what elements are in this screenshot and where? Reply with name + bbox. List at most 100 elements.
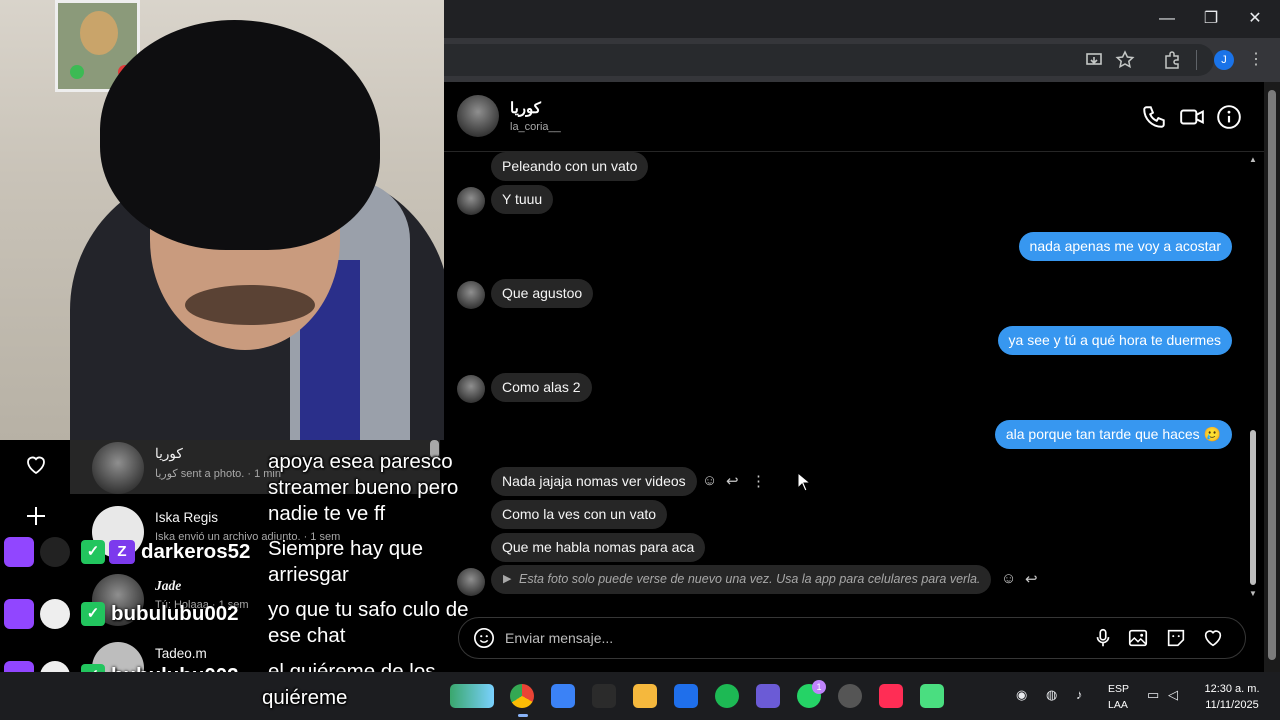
stream-chat-message-text: yo que tu safo culo de — [268, 598, 469, 621]
inbox-item-name: Tadeo.m — [155, 646, 207, 661]
info-icon[interactable] — [1216, 104, 1242, 130]
user-avatar-badge — [40, 599, 70, 629]
contact-avatar[interactable] — [457, 95, 499, 137]
message-bubble: ala porque tan tarde que haces 🥲 — [994, 420, 1232, 449]
chat-header: كوريا la_coria__ — [444, 82, 1264, 152]
stream-chat-message-text: Siempre hay que — [268, 537, 423, 560]
message-avatar[interactable] — [457, 375, 485, 403]
message-bubble: Nada jajaja nomas ver videos — [491, 467, 697, 496]
active-indicator — [518, 714, 528, 717]
close-button[interactable]: ✕ — [1244, 8, 1266, 30]
page-scroll-thumb[interactable] — [1268, 90, 1276, 660]
profile-avatar[interactable]: J — [1214, 50, 1234, 70]
app-icon[interactable] — [838, 684, 862, 708]
inbox-item-subtitle: كوريا sent a photo. · 1 min — [155, 468, 281, 480]
stream-chat-username: bubulubu002 — [111, 602, 239, 625]
message-bubble: Que me habla nomas para aca — [491, 533, 706, 562]
message-avatar[interactable] — [457, 568, 485, 596]
play-icon: ▶ — [503, 573, 512, 585]
streamer-hair — [100, 20, 380, 250]
view-once-photo-text: Esta foto solo puede verse de nuevo una … — [519, 572, 981, 586]
file-explorer-icon[interactable] — [633, 684, 657, 708]
widgets-icon[interactable] — [450, 684, 494, 708]
inbox-avatar — [92, 442, 144, 494]
scroll-up-icon[interactable]: ▲ — [1249, 155, 1257, 164]
volume-icon[interactable]: ◁ — [1168, 687, 1178, 703]
thread-scroll-thumb[interactable] — [1250, 430, 1256, 585]
star-icon[interactable] — [1115, 50, 1135, 70]
app-icon[interactable] — [551, 684, 575, 708]
reply-icon[interactable]: ↩ — [1025, 570, 1038, 588]
message-avatar[interactable] — [457, 281, 485, 309]
chrome-icon[interactable] — [510, 684, 534, 708]
stream-chat-message-text: apoya esea paresco — [268, 450, 453, 473]
webcam-feed — [0, 0, 444, 440]
message-bubble: nada apenas me voy a acostar — [1018, 232, 1232, 261]
menu-icon[interactable]: ⋮ — [1246, 50, 1266, 70]
discord-icon[interactable]: ◉ — [1016, 687, 1027, 703]
image-icon[interactable] — [1127, 627, 1149, 649]
message-bubble: Que agustoo — [491, 279, 594, 308]
message-bubble: Como la ves con un vato — [491, 500, 668, 529]
spotify-icon[interactable] — [715, 684, 739, 708]
browser-toolbar: J ⋮ — [444, 38, 1280, 82]
stream-chat-username: darkeros52 — [141, 540, 251, 563]
store-icon[interactable] — [674, 684, 698, 708]
prime-badge-icon: Z — [109, 540, 135, 564]
microphone-icon[interactable] — [1092, 627, 1114, 649]
stream-chat-message-text: nadie te ve ff — [268, 502, 386, 525]
react-emoji-icon[interactable]: ☺ — [702, 472, 717, 489]
app-icon[interactable] — [920, 684, 944, 708]
message-bubble: ya see y tú a qué hora te duermes — [997, 326, 1232, 355]
microphone-tray-icon[interactable]: ♪ — [1076, 687, 1083, 702]
phone-icon[interactable] — [1141, 104, 1167, 130]
view-once-photo-message[interactable]: ▶ Esta foto solo puede verse de nuevo un… — [491, 565, 992, 594]
message-avatar[interactable] — [457, 187, 485, 215]
clock-date[interactable]: 11/11/2025 — [1198, 699, 1266, 711]
mouse-cursor-icon — [797, 472, 811, 492]
message-bubble: Como alas 2 — [491, 373, 592, 402]
keyboard-layout-indicator[interactable]: LAA — [1108, 699, 1128, 711]
obs-icon[interactable] — [592, 684, 616, 708]
verified-badge-icon: ✓ — [81, 540, 105, 564]
app-icon[interactable] — [756, 684, 780, 708]
toolbar-divider — [1196, 50, 1197, 70]
notification-badge: 1 — [812, 680, 826, 694]
sticker-icon[interactable] — [1165, 627, 1187, 649]
restore-button[interactable]: ❐ — [1200, 8, 1222, 30]
react-emoji-icon[interactable]: ☺ — [1001, 570, 1016, 587]
install-icon[interactable] — [1084, 50, 1104, 70]
network-icon[interactable]: ▭ — [1147, 687, 1159, 703]
reply-icon[interactable]: ↩ — [726, 472, 739, 490]
steam-icon[interactable]: ◍ — [1046, 687, 1057, 703]
taskbar: 1 ◉ ◍ ♪ ESP LAA ▭ ◁ 12:30 a. m. 11/11/20… — [0, 672, 1280, 720]
message-input[interactable] — [505, 628, 1065, 648]
tiktok-icon[interactable] — [879, 684, 903, 708]
clock-time[interactable]: 12:30 a. m. — [1198, 683, 1266, 695]
message-thread: Peleando con un vato Y tuuu nada apenas … — [444, 152, 1244, 602]
scroll-down-icon[interactable]: ▼ — [1249, 589, 1257, 598]
contact-name[interactable]: كوريا — [510, 99, 541, 117]
message-composer — [458, 617, 1246, 659]
minimize-button[interactable]: — — [1156, 8, 1178, 30]
extensions-icon[interactable] — [1162, 50, 1182, 70]
inbox-item-name: كوريا — [155, 446, 183, 461]
emoji-icon[interactable] — [473, 627, 495, 649]
stream-chat-message-text: quiéreme — [262, 686, 348, 709]
browser-titlebar: — ❐ ✕ — [444, 0, 1280, 38]
verified-badge-icon: ✓ — [81, 602, 105, 626]
stream-chat-message-text: streamer bueno pero — [268, 476, 459, 499]
twitch-badge-icon — [4, 537, 34, 567]
plus-icon[interactable] — [24, 504, 48, 528]
twitch-badge-icon — [4, 599, 34, 629]
more-options-icon[interactable]: ⋮ — [751, 472, 766, 490]
heart-icon[interactable] — [1202, 627, 1224, 649]
inbox-item-name: Jade — [155, 578, 182, 593]
stream-chat-message-text: arriesgar — [268, 563, 349, 586]
user-avatar-badge — [40, 537, 70, 567]
language-indicator[interactable]: ESP — [1108, 683, 1129, 695]
heart-icon[interactable] — [24, 453, 48, 477]
video-call-icon[interactable] — [1179, 104, 1205, 130]
stream-chat-message-text: ese chat — [268, 624, 346, 647]
message-bubble: Y tuuu — [491, 185, 554, 214]
